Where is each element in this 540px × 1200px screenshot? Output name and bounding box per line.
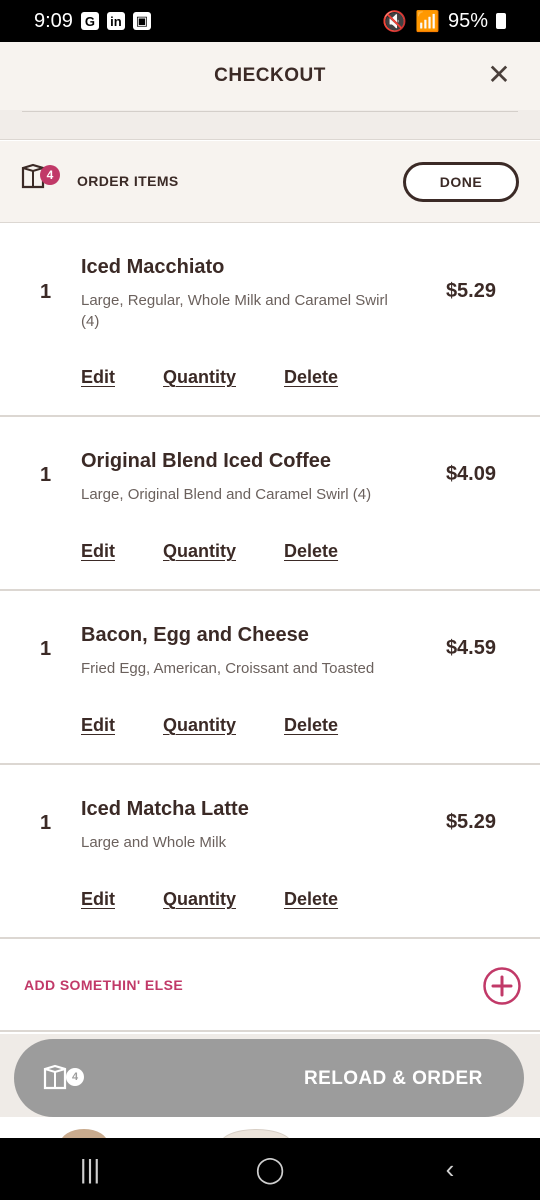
reload-bag-count: 4 (66, 1068, 84, 1086)
item-desc: Large, Regular, Whole Milk and Caramel S… (81, 292, 388, 330)
recommendations-peek (0, 1117, 540, 1138)
item-qty: 1 (40, 281, 52, 303)
google-icon: G (80, 12, 99, 30)
status-left: 9:09 G in ▣ (34, 10, 151, 33)
delete-link[interactable]: Delete (284, 541, 338, 562)
checkout-header: CHECKOUT ✕ (0, 42, 540, 110)
item-qty: 1 (40, 638, 52, 660)
reload-order-label: RELOAD & ORDER (304, 1068, 483, 1089)
delete-link[interactable]: Delete (284, 889, 338, 910)
status-bar: 9:09 G in ▣ 🔇 📶 95% (0, 0, 540, 42)
item-price: $4.09 (445, 463, 496, 485)
done-button[interactable]: DONE (403, 162, 519, 202)
delete-link[interactable]: Delete (284, 367, 338, 388)
home-icon[interactable]: ◯ (240, 1154, 300, 1185)
recents-icon[interactable]: ||| (60, 1154, 120, 1185)
add-something-row[interactable]: ADD SOMETHIN' ELSE (0, 940, 540, 1032)
add-something-label[interactable]: ADD SOMETHIN' ELSE (24, 977, 183, 993)
order-item: 1 Original Blend Iced Coffee Large, Orig… (0, 418, 540, 591)
order-items-bar: 4 ORDER ITEMS DONE (0, 141, 540, 223)
item-name: Iced Matcha Latte (81, 798, 249, 820)
item-actions: Edit Quantity Delete (81, 367, 338, 388)
battery-percent: 95% (447, 9, 488, 32)
product-thumbnail (60, 1129, 108, 1138)
status-time: 9:09 (34, 9, 73, 32)
item-qty: 1 (40, 464, 52, 486)
quantity-link[interactable]: Quantity (163, 541, 236, 562)
mute-icon: 🔇 (382, 10, 408, 33)
order-items-label: ORDER ITEMS (77, 173, 179, 189)
edit-link[interactable]: Edit (81, 541, 115, 562)
back-icon[interactable]: ‹ (420, 1154, 480, 1185)
quantity-link[interactable]: Quantity (163, 715, 236, 736)
page-title: CHECKOUT (214, 65, 326, 86)
item-desc: Large, Original Blend and Caramel Swirl … (81, 486, 372, 503)
battery-icon (496, 13, 506, 29)
edit-link[interactable]: Edit (81, 367, 115, 388)
item-name: Original Blend Iced Coffee (81, 450, 332, 472)
item-qty: 1 (40, 812, 52, 834)
close-icon[interactable]: ✕ (486, 61, 512, 89)
item-actions: Edit Quantity Delete (81, 889, 338, 910)
item-desc: Large and Whole Milk (81, 834, 227, 851)
gallery-icon: ▣ (132, 12, 151, 30)
item-actions: Edit Quantity Delete (81, 715, 338, 736)
item-price: $5.29 (445, 280, 496, 302)
order-item: 1 Bacon, Egg and Cheese Fried Egg, Ameri… (0, 592, 540, 765)
linkedin-icon: in (106, 12, 125, 30)
delete-link[interactable]: Delete (284, 715, 338, 736)
quantity-link[interactable]: Quantity (163, 889, 236, 910)
add-circle-icon[interactable] (482, 966, 522, 1006)
item-name: Bacon, Egg and Cheese (81, 624, 309, 646)
edit-link[interactable]: Edit (81, 715, 115, 736)
tabs-divider (22, 110, 518, 112)
bag-icon (43, 1064, 67, 1090)
order-item: 1 Iced Macchiato Large, Regular, Whole M… (0, 224, 540, 417)
tabs-remnant (0, 110, 540, 140)
item-price: $4.59 (445, 637, 496, 659)
item-desc: Fried Egg, American, Croissant and Toast… (81, 660, 375, 677)
order-item: 1 Iced Matcha Latte Large and Whole Milk… (0, 766, 540, 939)
status-right: 🔇 📶 95% (382, 9, 506, 34)
bag-count-badge: 4 (40, 165, 60, 185)
item-actions: Edit Quantity Delete (81, 541, 338, 562)
item-name: Iced Macchiato (81, 256, 225, 278)
product-thumbnail (220, 1129, 292, 1138)
quantity-link[interactable]: Quantity (163, 367, 236, 388)
edit-link[interactable]: Edit (81, 889, 115, 910)
wifi-icon: 📶 (415, 10, 440, 33)
system-nav-bar: ||| ◯ ‹ (0, 1138, 540, 1200)
item-price: $5.29 (445, 811, 496, 833)
